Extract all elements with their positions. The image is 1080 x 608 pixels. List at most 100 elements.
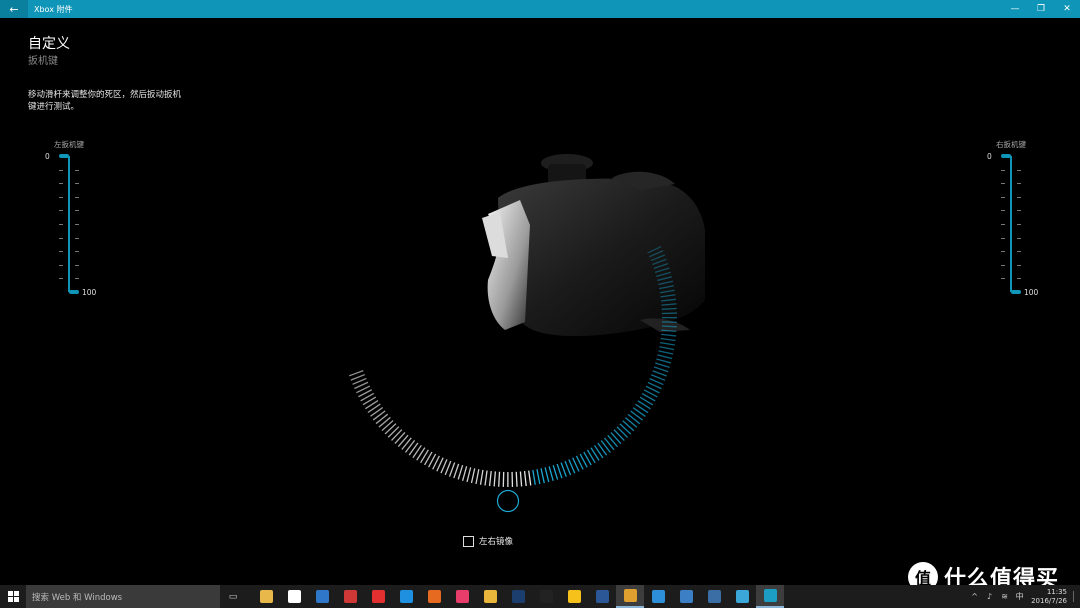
taskbar-app-button[interactable]	[308, 585, 336, 608]
xbox-accessories-icon	[763, 589, 777, 602]
windows-logo-icon	[7, 591, 19, 602]
wheel-tick	[375, 413, 389, 425]
taskbar-app-button[interactable]	[448, 585, 476, 608]
wheel-tick	[619, 423, 632, 435]
wheel-tick	[523, 471, 527, 487]
taskbar-clock[interactable]: 11:35 2016/7/26	[1031, 588, 1067, 606]
wheel-tick	[548, 466, 554, 482]
taskbar-app-button[interactable]	[504, 585, 532, 608]
wheel-tick	[484, 470, 488, 486]
taskbar-app-button[interactable]	[728, 585, 756, 608]
wheel-tick	[616, 426, 629, 438]
taskbar-app-button[interactable]	[392, 585, 420, 608]
feather-icon	[567, 590, 581, 603]
trigger-position-indicator	[496, 489, 520, 513]
wheel-tick	[488, 471, 492, 487]
taskbar-app-button[interactable]	[700, 585, 728, 608]
file-explorer-icon	[259, 590, 273, 603]
wheel-tick	[401, 437, 412, 450]
taskbar-app-button[interactable]	[756, 585, 784, 608]
taskbar-app-button[interactable]	[336, 585, 364, 608]
taskbar-app-button[interactable]	[476, 585, 504, 608]
taskbar-app-button[interactable]	[364, 585, 392, 608]
volume-icon[interactable]: ♪	[984, 591, 995, 602]
wheel-tick	[387, 426, 400, 438]
wheel-tick	[613, 429, 625, 442]
wheel-tick	[394, 431, 406, 444]
wheel-tick	[658, 350, 674, 355]
wheel-tick	[384, 423, 397, 435]
wheel-tick	[498, 471, 501, 487]
taskbar-apps	[252, 585, 784, 608]
taskbar-app-button[interactable]	[420, 585, 448, 608]
edge-icon	[399, 590, 413, 603]
wheel-tick	[457, 464, 464, 480]
wheel-tick	[475, 469, 480, 485]
netease-music-icon	[371, 590, 385, 603]
qq-active-icon	[623, 589, 637, 602]
wheel-tick	[560, 462, 567, 477]
wheel-tick	[348, 370, 364, 377]
wheel-tick	[552, 465, 559, 480]
photoshop-icon	[511, 590, 525, 603]
wheel-tick	[544, 467, 550, 483]
taskbar-app-button[interactable]	[560, 585, 588, 608]
wheel-tick	[479, 469, 484, 485]
wheel-tick	[564, 460, 572, 476]
taskbar-app-button[interactable]	[588, 585, 616, 608]
wheel-tick	[604, 437, 615, 451]
taskbar-app-button[interactable]	[644, 585, 672, 608]
wheel-tick	[532, 469, 536, 485]
taskbar-app-button[interactable]	[616, 585, 644, 608]
wheel-tick	[453, 463, 460, 479]
wheel-tick	[397, 434, 409, 448]
wheel-tick	[660, 337, 676, 342]
wheel-tick	[461, 466, 468, 481]
mirror-checkbox-box[interactable]	[463, 535, 474, 547]
wheel-tick	[661, 307, 677, 310]
tool-icon	[707, 590, 721, 603]
wheel-tick	[661, 333, 677, 337]
firefox-icon	[427, 590, 441, 603]
wheel-tick	[536, 469, 541, 485]
wheel-tick	[378, 416, 391, 428]
wheel-tick	[656, 358, 672, 364]
show-hidden-icons-icon[interactable]: ^	[969, 591, 980, 602]
start-button[interactable]	[0, 585, 26, 608]
store-icon	[287, 590, 301, 603]
show-desktop-button[interactable]	[1073, 591, 1078, 602]
mirror-checkbox-label: 左右镜像	[479, 537, 514, 547]
mirror-checkbox[interactable]: 左右镜像	[463, 535, 513, 547]
wheel-tick	[470, 468, 476, 484]
taskbar-app-button[interactable]	[532, 585, 560, 608]
wheel-tick	[657, 354, 673, 360]
input-method-icon[interactable]: 中	[1014, 591, 1025, 602]
network-icon[interactable]: ≋	[999, 591, 1010, 602]
wheel-tick	[650, 374, 666, 381]
qq-icon	[539, 590, 553, 603]
clock-date: 2016/7/26	[1031, 596, 1067, 605]
chrome-icon	[483, 590, 497, 603]
cloud-icon	[735, 590, 749, 603]
task-view-button[interactable]: ▭	[220, 585, 246, 608]
browser-icon	[651, 590, 665, 603]
taskbar-app-button[interactable]	[252, 585, 280, 608]
wheel-tick	[607, 434, 618, 448]
taskbar-search-box[interactable]: 搜索 Web 和 Windows	[26, 585, 220, 608]
wheel-tick	[381, 420, 394, 432]
taskbar: 搜索 Web 和 Windows ▭ ^ ♪ ≋ 中 11:35 2016/7/…	[0, 585, 1080, 608]
wheel-tick	[444, 460, 452, 476]
wheel-tick	[627, 413, 641, 425]
wheel-tick	[625, 417, 638, 428]
wheel-tick	[528, 470, 532, 486]
wheel-tick	[515, 471, 518, 487]
wheel-tick	[519, 471, 523, 487]
vs-icon	[679, 590, 693, 603]
taskbar-app-button[interactable]	[280, 585, 308, 608]
wheel-tick	[652, 370, 667, 377]
wheel-tick	[622, 420, 635, 432]
wheel-tick	[556, 463, 563, 479]
taskbar-app-button[interactable]	[672, 585, 700, 608]
task-view-icon: ▭	[228, 591, 238, 602]
clock-time: 11:35	[1046, 587, 1067, 596]
